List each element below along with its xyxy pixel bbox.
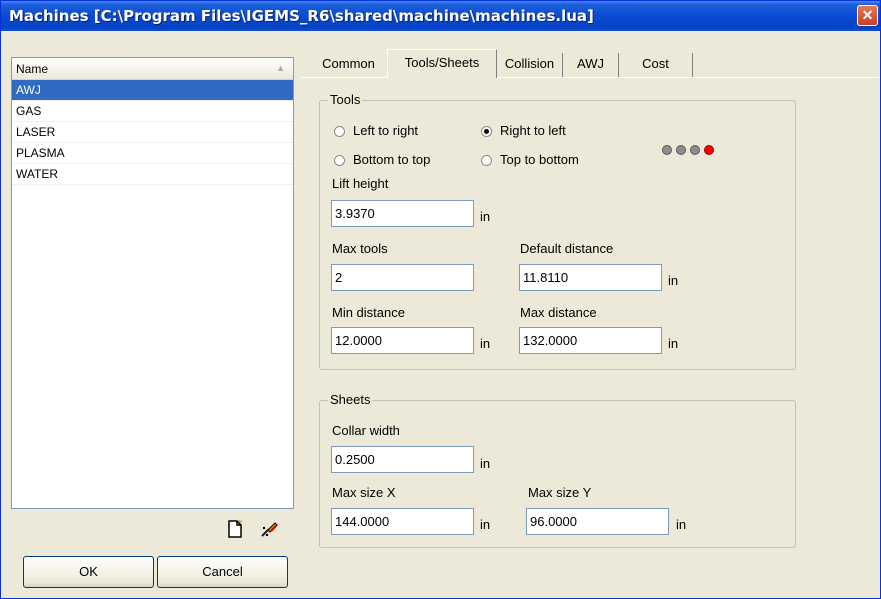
tab-awj[interactable]: AWJ [563, 53, 619, 77]
radio-right-to-left-label: Right to left [500, 123, 566, 138]
collar-width-unit: in [480, 456, 491, 471]
sheets-group: Sheets Collar width 0.2500 in Max size X… [319, 392, 796, 548]
list-item-laser[interactable]: LASER [12, 122, 293, 143]
tool-indicator-4 [704, 145, 714, 155]
default-distance-field[interactable]: 11.8110 [519, 264, 662, 291]
new-document-icon[interactable] [225, 519, 245, 539]
machine-list[interactable]: Name ▲ AWJ GAS LASER PLASMA WATER [11, 57, 294, 509]
list-toolbar [11, 509, 294, 549]
machines-dialog: Machines [C:\Program Files\IGEMS_R6\shar… [0, 0, 881, 599]
tab-strip: Common Tools/Sheets Collision AWJ Cost [301, 47, 879, 78]
sort-ascending-icon: ▲ [276, 63, 285, 73]
max-distance-label: Max distance [520, 305, 597, 320]
max-size-y-field[interactable]: 96.0000 [526, 508, 669, 535]
list-item-water[interactable]: WATER [12, 164, 293, 185]
max-size-y-unit: in [676, 517, 687, 532]
max-distance-unit: in [668, 336, 679, 351]
radio-button-icon [334, 155, 345, 166]
tab-tools-sheets[interactable]: Tools/Sheets [387, 49, 497, 78]
radio-top-to-bottom-label: Top to bottom [500, 152, 579, 167]
window-title: Machines [C:\Program Files\IGEMS_R6\shar… [9, 7, 594, 25]
radio-button-icon [334, 126, 345, 137]
radio-button-checked-icon [481, 126, 492, 137]
delete-erase-icon[interactable] [259, 519, 279, 539]
max-tools-label: Max tools [332, 241, 388, 256]
max-size-y-label: Max size Y [528, 485, 592, 500]
tool-indicator-1 [662, 145, 672, 155]
min-distance-label: Min distance [332, 305, 405, 320]
max-distance-field[interactable]: 132.0000 [519, 327, 662, 354]
radio-bottom-to-top[interactable]: Bottom to top [334, 152, 430, 167]
lift-height-unit: in [480, 209, 491, 224]
list-header-label: Name [16, 62, 49, 76]
close-button[interactable]: ✕ [857, 5, 878, 26]
list-item-awj[interactable]: AWJ [12, 80, 293, 101]
max-size-x-label: Max size X [332, 485, 396, 500]
close-icon: ✕ [861, 7, 874, 23]
max-size-x-field[interactable]: 144.0000 [331, 508, 474, 535]
radio-top-to-bottom[interactable]: Top to bottom [481, 152, 579, 167]
list-header-name[interactable]: Name ▲ [12, 58, 293, 80]
tab-cost[interactable]: Cost [619, 53, 693, 77]
default-distance-unit: in [668, 273, 679, 288]
radio-button-icon [481, 155, 492, 166]
radio-left-to-right-label: Left to right [353, 123, 419, 138]
tools-group: Tools Left to right Right to left Bottom… [319, 92, 796, 370]
tool-indicator-3 [690, 145, 700, 155]
lift-height-label: Lift height [332, 176, 389, 191]
radio-left-to-right[interactable]: Left to right [334, 123, 418, 138]
list-item-gas[interactable]: GAS [12, 101, 293, 122]
cancel-button[interactable]: Cancel [157, 556, 288, 588]
radio-bottom-to-top-label: Bottom to top [353, 152, 431, 167]
tab-collision[interactable]: Collision [497, 53, 563, 77]
tool-indicator-2 [676, 145, 686, 155]
list-item-plasma[interactable]: PLASMA [12, 143, 293, 164]
ok-button[interactable]: OK [23, 556, 154, 588]
tools-sheets-panel: Tools Left to right Right to left Bottom… [301, 77, 879, 573]
title-bar[interactable]: Machines [C:\Program Files\IGEMS_R6\shar… [1, 1, 880, 31]
default-distance-label: Default distance [520, 241, 614, 256]
collar-width-label: Collar width [332, 423, 400, 438]
collar-width-field[interactable]: 0.2500 [331, 446, 474, 473]
sheets-group-label: Sheets [328, 392, 373, 407]
max-size-x-unit: in [480, 517, 491, 532]
min-distance-unit: in [480, 336, 491, 351]
tools-group-label: Tools [328, 92, 363, 107]
radio-right-to-left[interactable]: Right to left [481, 123, 566, 138]
min-distance-field[interactable]: 12.0000 [331, 327, 474, 354]
max-tools-field[interactable]: 2 [331, 264, 474, 291]
tab-common[interactable]: Common [309, 53, 389, 77]
lift-height-field[interactable]: 3.9370 [331, 200, 474, 227]
